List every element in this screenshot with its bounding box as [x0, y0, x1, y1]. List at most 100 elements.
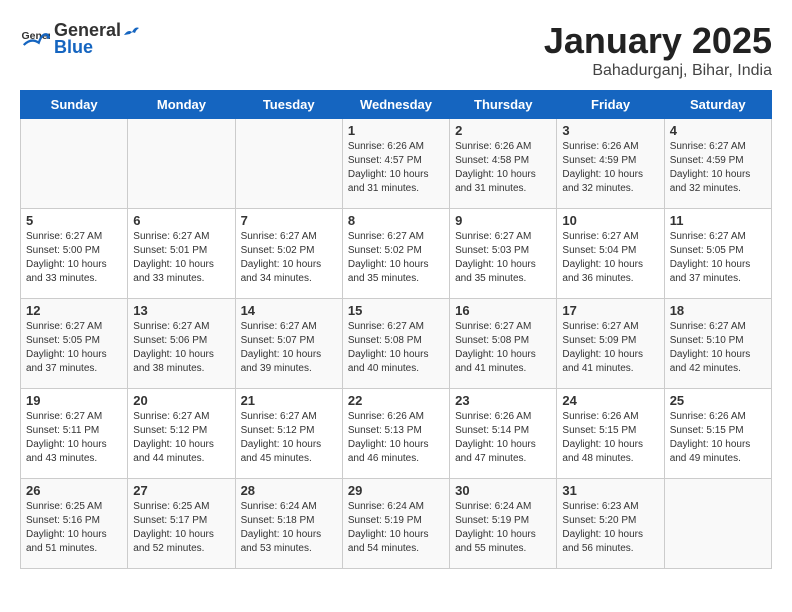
day-number: 23	[455, 393, 551, 408]
weekday-header-thursday: Thursday	[450, 91, 557, 119]
day-info: Sunrise: 6:27 AM Sunset: 5:07 PM Dayligh…	[241, 320, 337, 376]
day-info: Sunrise: 6:26 AM Sunset: 5:15 PM Dayligh…	[562, 410, 658, 466]
day-number: 15	[348, 303, 444, 318]
month-title: January 2025	[544, 20, 772, 62]
day-info: Sunrise: 6:26 AM Sunset: 5:14 PM Dayligh…	[455, 410, 551, 466]
day-number: 29	[348, 483, 444, 498]
day-cell-1: 1 Sunrise: 6:26 AM Sunset: 4:57 PM Daylig…	[342, 119, 449, 209]
day-number: 28	[241, 483, 337, 498]
day-info: Sunrise: 6:26 AM Sunset: 4:58 PM Dayligh…	[455, 140, 551, 196]
weekday-header-monday: Monday	[128, 91, 235, 119]
day-info: Sunrise: 6:27 AM Sunset: 4:59 PM Dayligh…	[670, 140, 766, 196]
location-subtitle: Bahadurganj, Bihar, India	[544, 62, 772, 80]
day-info: Sunrise: 6:27 AM Sunset: 5:01 PM Dayligh…	[133, 230, 229, 286]
weekday-header-row: SundayMondayTuesdayWednesdayThursdayFrid…	[21, 91, 772, 119]
day-info: Sunrise: 6:27 AM Sunset: 5:05 PM Dayligh…	[670, 230, 766, 286]
day-info: Sunrise: 6:26 AM Sunset: 4:57 PM Dayligh…	[348, 140, 444, 196]
day-info: Sunrise: 6:27 AM Sunset: 5:02 PM Dayligh…	[348, 230, 444, 286]
day-cell-8: 8Sunrise: 6:27 AM Sunset: 5:02 PM Daylig…	[342, 209, 449, 299]
day-number: 10	[562, 213, 658, 228]
day-cell-9: 9 Sunrise: 6:27 AM Sunset: 5:03 PM Daylig…	[450, 209, 557, 299]
day-cell-21: 21 Sunrise: 6:27 AM Sunset: 5:12 PM Dayli…	[235, 389, 342, 479]
week-row-4: 19Sunrise: 6:27 AM Sunset: 5:11 PM Dayli…	[21, 389, 772, 479]
weekday-header-tuesday: Tuesday	[235, 91, 342, 119]
day-info: Sunrise: 6:27 AM Sunset: 5:10 PM Dayligh…	[670, 320, 766, 376]
day-cell-15: 15 Sunrise: 6:27 AM Sunset: 5:08 PM Dayli…	[342, 299, 449, 389]
day-cell-16: 16 Sunrise: 6:27 AM Sunset: 5:08 PM Dayli…	[450, 299, 557, 389]
day-cell-30: 30 Sunrise: 6:24 AM Sunset: 5:19 PM Dayli…	[450, 479, 557, 569]
day-info: Sunrise: 6:24 AM Sunset: 5:19 PM Dayligh…	[455, 500, 551, 556]
day-number: 25	[670, 393, 766, 408]
day-number: 17	[562, 303, 658, 318]
empty-cell	[235, 119, 342, 209]
day-number: 13	[133, 303, 229, 318]
day-cell-10: 10 Sunrise: 6:27 AM Sunset: 5:04 PM Dayli…	[557, 209, 664, 299]
day-number: 27	[133, 483, 229, 498]
weekday-header-sunday: Sunday	[21, 91, 128, 119]
day-cell-31: 31Sunrise: 6:23 AM Sunset: 5:20 PM Dayli…	[557, 479, 664, 569]
day-info: Sunrise: 6:27 AM Sunset: 5:08 PM Dayligh…	[348, 320, 444, 376]
day-number: 5	[26, 213, 122, 228]
calendar-table: SundayMondayTuesdayWednesdayThursdayFrid…	[20, 90, 772, 569]
day-cell-3: 3Sunrise: 6:26 AM Sunset: 4:59 PM Daylig…	[557, 119, 664, 209]
day-number: 12	[26, 303, 122, 318]
header: General General Blue January 2025 Bahadu…	[20, 20, 772, 80]
weekday-header-saturday: Saturday	[664, 91, 771, 119]
day-info: Sunrise: 6:25 AM Sunset: 5:16 PM Dayligh…	[26, 500, 122, 556]
day-info: Sunrise: 6:26 AM Sunset: 5:15 PM Dayligh…	[670, 410, 766, 466]
day-cell-14: 14 Sunrise: 6:27 AM Sunset: 5:07 PM Dayli…	[235, 299, 342, 389]
day-info: Sunrise: 6:24 AM Sunset: 5:18 PM Dayligh…	[241, 500, 337, 556]
day-number: 9	[455, 213, 551, 228]
day-number: 26	[26, 483, 122, 498]
day-info: Sunrise: 6:24 AM Sunset: 5:19 PM Dayligh…	[348, 500, 444, 556]
day-info: Sunrise: 6:27 AM Sunset: 5:00 PM Dayligh…	[26, 230, 122, 286]
day-number: 1	[348, 123, 444, 138]
day-info: Sunrise: 6:26 AM Sunset: 4:59 PM Dayligh…	[562, 140, 658, 196]
weekday-header-friday: Friday	[557, 91, 664, 119]
week-row-5: 26 Sunrise: 6:25 AM Sunset: 5:16 PM Dayli…	[21, 479, 772, 569]
day-info: Sunrise: 6:25 AM Sunset: 5:17 PM Dayligh…	[133, 500, 229, 556]
day-cell-7: 7 Sunrise: 6:27 AM Sunset: 5:02 PM Daylig…	[235, 209, 342, 299]
logo-bird-icon	[122, 23, 140, 41]
day-number: 11	[670, 213, 766, 228]
day-info: Sunrise: 6:27 AM Sunset: 5:03 PM Dayligh…	[455, 230, 551, 286]
day-number: 16	[455, 303, 551, 318]
day-number: 7	[241, 213, 337, 228]
day-number: 30	[455, 483, 551, 498]
day-number: 21	[241, 393, 337, 408]
day-cell-27: 27 Sunrise: 6:25 AM Sunset: 5:17 PM Dayli…	[128, 479, 235, 569]
logo-icon: General	[20, 24, 50, 54]
week-row-1: 1 Sunrise: 6:26 AM Sunset: 4:57 PM Daylig…	[21, 119, 772, 209]
day-cell-18: 18 Sunrise: 6:27 AM Sunset: 5:10 PM Dayli…	[664, 299, 771, 389]
day-number: 2	[455, 123, 551, 138]
empty-cell	[128, 119, 235, 209]
day-cell-29: 29 Sunrise: 6:24 AM Sunset: 5:19 PM Dayli…	[342, 479, 449, 569]
day-number: 19	[26, 393, 122, 408]
day-cell-13: 13 Sunrise: 6:27 AM Sunset: 5:06 PM Dayli…	[128, 299, 235, 389]
day-cell-24: 24 Sunrise: 6:26 AM Sunset: 5:15 PM Dayli…	[557, 389, 664, 479]
day-cell-23: 23 Sunrise: 6:26 AM Sunset: 5:14 PM Dayli…	[450, 389, 557, 479]
day-number: 22	[348, 393, 444, 408]
day-info: Sunrise: 6:27 AM Sunset: 5:09 PM Dayligh…	[562, 320, 658, 376]
day-cell-22: 22Sunrise: 6:26 AM Sunset: 5:13 PM Dayli…	[342, 389, 449, 479]
weekday-header-wednesday: Wednesday	[342, 91, 449, 119]
week-row-2: 5 Sunrise: 6:27 AM Sunset: 5:00 PM Daylig…	[21, 209, 772, 299]
day-number: 14	[241, 303, 337, 318]
day-info: Sunrise: 6:27 AM Sunset: 5:12 PM Dayligh…	[241, 410, 337, 466]
day-info: Sunrise: 6:27 AM Sunset: 5:04 PM Dayligh…	[562, 230, 658, 286]
day-info: Sunrise: 6:27 AM Sunset: 5:12 PM Dayligh…	[133, 410, 229, 466]
day-number: 4	[670, 123, 766, 138]
day-cell-12: 12Sunrise: 6:27 AM Sunset: 5:05 PM Dayli…	[21, 299, 128, 389]
day-info: Sunrise: 6:27 AM Sunset: 5:02 PM Dayligh…	[241, 230, 337, 286]
week-row-3: 12Sunrise: 6:27 AM Sunset: 5:05 PM Dayli…	[21, 299, 772, 389]
day-info: Sunrise: 6:27 AM Sunset: 5:08 PM Dayligh…	[455, 320, 551, 376]
title-area: January 2025 Bahadurganj, Bihar, India	[544, 20, 772, 80]
day-number: 18	[670, 303, 766, 318]
day-cell-11: 11 Sunrise: 6:27 AM Sunset: 5:05 PM Dayli…	[664, 209, 771, 299]
day-info: Sunrise: 6:27 AM Sunset: 5:06 PM Dayligh…	[133, 320, 229, 376]
day-number: 24	[562, 393, 658, 408]
day-cell-6: 6Sunrise: 6:27 AM Sunset: 5:01 PM Daylig…	[128, 209, 235, 299]
logo: General General Blue	[20, 20, 141, 58]
day-number: 20	[133, 393, 229, 408]
day-cell-25: 25 Sunrise: 6:26 AM Sunset: 5:15 PM Dayli…	[664, 389, 771, 479]
